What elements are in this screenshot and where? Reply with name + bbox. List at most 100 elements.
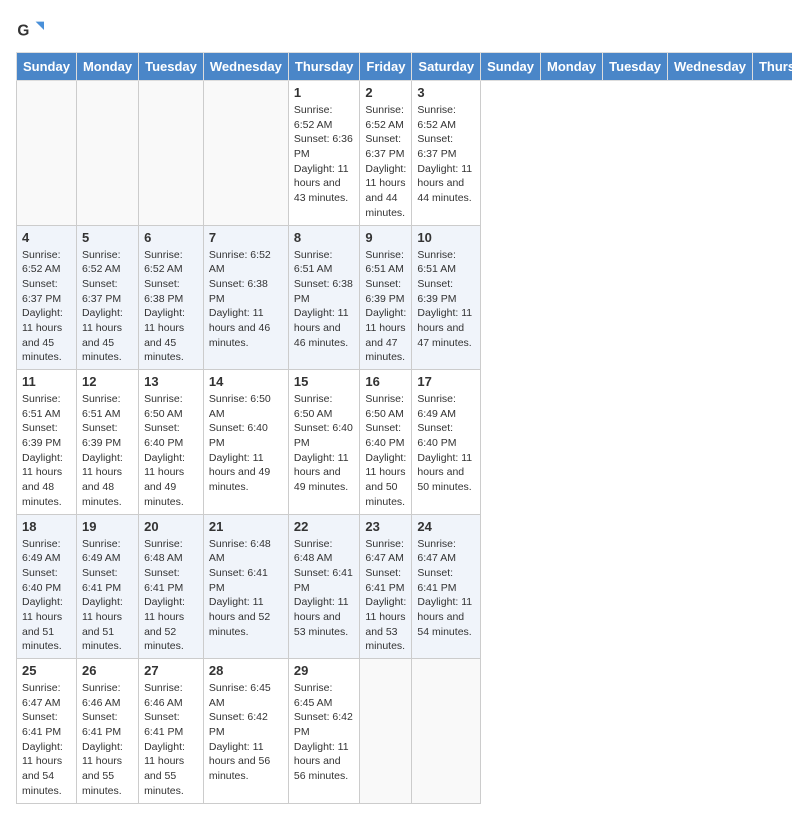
day-info: Sunrise: 6:49 AMSunset: 6:41 PMDaylight:…	[82, 537, 133, 655]
day-info: Sunrise: 6:49 AMSunset: 6:40 PMDaylight:…	[417, 392, 475, 495]
day-info: Sunrise: 6:52 AMSunset: 6:37 PMDaylight:…	[417, 103, 475, 206]
calendar-cell: 18 Sunrise: 6:49 AMSunset: 6:40 PMDayligh…	[17, 514, 77, 659]
day-number: 23	[365, 519, 406, 534]
calendar-cell: 3 Sunrise: 6:52 AMSunset: 6:37 PMDaylight…	[412, 81, 481, 226]
day-number: 15	[294, 374, 355, 389]
calendar-cell: 20 Sunrise: 6:48 AMSunset: 6:41 PMDayligh…	[139, 514, 204, 659]
calendar-cell: 5Sunrise: 6:52 AMSunset: 6:37 PMDaylight…	[76, 225, 138, 370]
day-info: Sunrise: 6:51 AMSunset: 6:39 PMDaylight:…	[417, 248, 475, 351]
calendar-cell: 6Sunrise: 6:52 AMSunset: 6:38 PMDaylight…	[139, 225, 204, 370]
day-info: Sunrise: 6:50 AMSunset: 6:40 PMDaylight:…	[294, 392, 355, 495]
calendar-cell: 15 Sunrise: 6:50 AMSunset: 6:40 PMDayligh…	[288, 370, 360, 515]
calendar-cell: 8 Sunrise: 6:51 AMSunset: 6:38 PMDaylight…	[288, 225, 360, 370]
day-info: Sunrise: 6:52 AMSunset: 6:37 PMDaylight:…	[365, 103, 406, 221]
day-number: 27	[144, 663, 198, 678]
day-number: 1	[294, 85, 355, 100]
calendar-cell: 24Sunrise: 6:47 AMSunset: 6:41 PMDayligh…	[412, 514, 481, 659]
calendar-cell: 29Sunrise: 6:45 AMSunset: 6:42 PMDayligh…	[288, 659, 360, 804]
calendar-cell: 16 Sunrise: 6:50 AMSunset: 6:40 PMDayligh…	[360, 370, 412, 515]
day-number: 22	[294, 519, 355, 534]
day-number: 21	[209, 519, 283, 534]
calendar-cell	[360, 659, 412, 804]
header: G	[16, 16, 776, 44]
day-number: 16	[365, 374, 406, 389]
day-info: Sunrise: 6:52 AMSunset: 6:36 PMDaylight:…	[294, 103, 355, 206]
calendar-cell	[76, 81, 138, 226]
calendar-cell	[17, 81, 77, 226]
day-info: Sunrise: 6:51 AMSunset: 6:39 PMDaylight:…	[22, 392, 71, 510]
day-info: Sunrise: 6:52 AMSunset: 6:37 PMDaylight:…	[22, 248, 71, 366]
calendar-cell: 14Sunrise: 6:50 AMSunset: 6:40 PMDayligh…	[203, 370, 288, 515]
day-number: 4	[22, 230, 71, 245]
day-number: 9	[365, 230, 406, 245]
day-number: 18	[22, 519, 71, 534]
calendar-week: 4 Sunrise: 6:52 AMSunset: 6:37 PMDaylight…	[17, 225, 792, 370]
weekday-header: Thursday	[288, 53, 360, 81]
calendar-cell: 9 Sunrise: 6:51 AMSunset: 6:39 PMDaylight…	[360, 225, 412, 370]
day-number: 11	[22, 374, 71, 389]
day-info: Sunrise: 6:46 AMSunset: 6:41 PMDaylight:…	[144, 681, 198, 799]
weekday-header: Saturday	[412, 53, 481, 81]
calendar-cell: 13 Sunrise: 6:50 AMSunset: 6:40 PMDayligh…	[139, 370, 204, 515]
day-info: Sunrise: 6:48 AMSunset: 6:41 PMDaylight:…	[144, 537, 198, 655]
day-info: Sunrise: 6:49 AMSunset: 6:40 PMDaylight:…	[22, 537, 71, 655]
calendar-cell	[412, 659, 481, 804]
calendar-cell	[139, 81, 204, 226]
calendar-cell: 1 Sunrise: 6:52 AMSunset: 6:36 PMDaylight…	[288, 81, 360, 226]
calendar-cell: 28 Sunrise: 6:45 AMSunset: 6:42 PMDayligh…	[203, 659, 288, 804]
day-info: Sunrise: 6:51 AMSunset: 6:39 PMDaylight:…	[82, 392, 133, 510]
calendar-cell	[203, 81, 288, 226]
calendar-cell: 7Sunrise: 6:52 AMSunset: 6:38 PMDaylight…	[203, 225, 288, 370]
day-number: 20	[144, 519, 198, 534]
day-info: Sunrise: 6:51 AMSunset: 6:38 PMDaylight:…	[294, 248, 355, 351]
weekday-header: Sunday	[17, 53, 77, 81]
day-info: Sunrise: 6:50 AMSunset: 6:40 PMDaylight:…	[365, 392, 406, 510]
calendar-cell: 11 Sunrise: 6:51 AMSunset: 6:39 PMDayligh…	[17, 370, 77, 515]
day-number: 12	[82, 374, 133, 389]
weekday-header-wednesday: Wednesday	[667, 53, 752, 81]
calendar-week: 1 Sunrise: 6:52 AMSunset: 6:36 PMDaylight…	[17, 81, 792, 226]
day-number: 25	[22, 663, 71, 678]
day-info: Sunrise: 6:50 AMSunset: 6:40 PMDaylight:…	[209, 392, 283, 495]
day-info: Sunrise: 6:48 AMSunset: 6:41 PMDaylight:…	[294, 537, 355, 640]
day-info: Sunrise: 6:47 AMSunset: 6:41 PMDaylight:…	[22, 681, 71, 799]
day-number: 13	[144, 374, 198, 389]
calendar-week: 18 Sunrise: 6:49 AMSunset: 6:40 PMDayligh…	[17, 514, 792, 659]
day-number: 3	[417, 85, 475, 100]
weekday-header-tuesday: Tuesday	[603, 53, 668, 81]
day-number: 17	[417, 374, 475, 389]
calendar-cell: 25 Sunrise: 6:47 AMSunset: 6:41 PMDayligh…	[17, 659, 77, 804]
calendar-cell: 27 Sunrise: 6:46 AMSunset: 6:41 PMDayligh…	[139, 659, 204, 804]
day-info: Sunrise: 6:47 AMSunset: 6:41 PMDaylight:…	[365, 537, 406, 655]
day-info: Sunrise: 6:47 AMSunset: 6:41 PMDaylight:…	[417, 537, 475, 640]
calendar-cell: 23 Sunrise: 6:47 AMSunset: 6:41 PMDayligh…	[360, 514, 412, 659]
day-number: 5	[82, 230, 133, 245]
day-number: 19	[82, 519, 133, 534]
weekday-header: Friday	[360, 53, 412, 81]
weekday-header-thursday: Thursday	[752, 53, 792, 81]
day-info: Sunrise: 6:51 AMSunset: 6:39 PMDaylight:…	[365, 248, 406, 366]
day-info: Sunrise: 6:50 AMSunset: 6:40 PMDaylight:…	[144, 392, 198, 510]
logo: G	[16, 16, 48, 44]
day-number: 2	[365, 85, 406, 100]
day-number: 26	[82, 663, 133, 678]
calendar-table: SundayMondayTuesdayWednesdayThursdayFrid…	[16, 52, 792, 804]
day-info: Sunrise: 6:45 AMSunset: 6:42 PMDaylight:…	[294, 681, 355, 784]
weekday-header: Monday	[76, 53, 138, 81]
calendar-cell: 4 Sunrise: 6:52 AMSunset: 6:37 PMDaylight…	[17, 225, 77, 370]
calendar-cell: 19 Sunrise: 6:49 AMSunset: 6:41 PMDayligh…	[76, 514, 138, 659]
day-number: 8	[294, 230, 355, 245]
calendar-cell: 22 Sunrise: 6:48 AMSunset: 6:41 PMDayligh…	[288, 514, 360, 659]
day-info: Sunrise: 6:45 AMSunset: 6:42 PMDaylight:…	[209, 681, 283, 784]
day-number: 10	[417, 230, 475, 245]
weekday-header: Tuesday	[139, 53, 204, 81]
day-number: 28	[209, 663, 283, 678]
calendar-week: 11 Sunrise: 6:51 AMSunset: 6:39 PMDayligh…	[17, 370, 792, 515]
day-info: Sunrise: 6:52 AMSunset: 6:38 PMDaylight:…	[209, 248, 283, 351]
day-info: Sunrise: 6:48 AMSunset: 6:41 PMDaylight:…	[209, 537, 283, 640]
calendar-cell: 17 Sunrise: 6:49 AMSunset: 6:40 PMDayligh…	[412, 370, 481, 515]
header-row: SundayMondayTuesdayWednesdayThursdayFrid…	[17, 53, 792, 81]
calendar-cell: 26Sunrise: 6:46 AMSunset: 6:41 PMDayligh…	[76, 659, 138, 804]
calendar-week: 25 Sunrise: 6:47 AMSunset: 6:41 PMDayligh…	[17, 659, 792, 804]
logo-icon: G	[16, 16, 44, 44]
